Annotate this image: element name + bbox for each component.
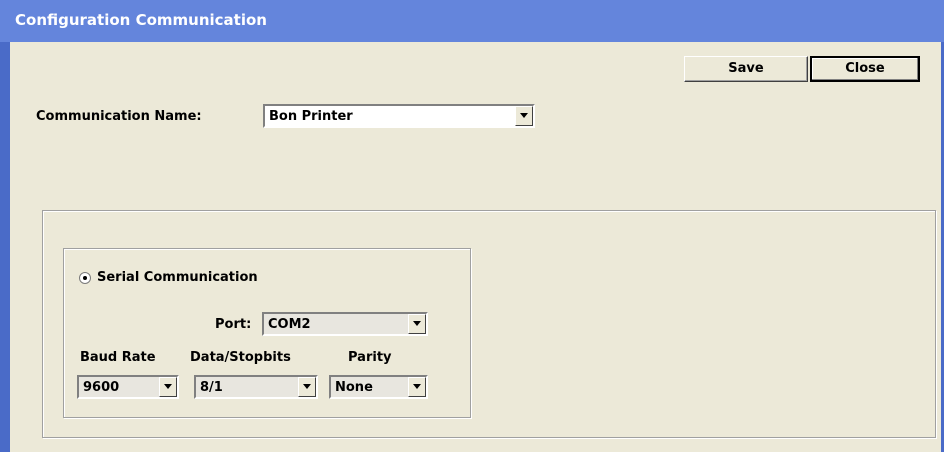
data-stopbits-select[interactable]: 8/1 [194, 375, 318, 399]
data-stopbits-label: Data/Stopbits [190, 350, 291, 365]
chevron-down-icon[interactable] [408, 377, 426, 397]
baud-rate-value: 9600 [83, 380, 120, 395]
communication-name-label: Communication Name: [36, 109, 202, 124]
parity-label: Parity [348, 350, 392, 365]
port-select[interactable]: COM2 [262, 312, 428, 336]
chevron-down-icon[interactable] [298, 377, 316, 397]
radio-selected-icon [83, 276, 87, 280]
chevron-down-icon[interactable] [515, 106, 533, 126]
communication-name-select[interactable]: Bon Printer [263, 104, 535, 128]
chevron-down-icon[interactable] [408, 314, 426, 334]
port-label: Port: [215, 317, 252, 332]
port-value: COM2 [268, 317, 311, 332]
title-bar: Configuration Communication [0, 0, 944, 42]
save-button[interactable]: Save [684, 56, 808, 82]
data-stopbits-value: 8/1 [200, 380, 223, 395]
window-title: Configuration Communication [15, 11, 267, 29]
chevron-down-icon[interactable] [159, 377, 177, 397]
baud-rate-select[interactable]: 9600 [77, 375, 179, 399]
serial-communication-label[interactable]: Serial Communication [97, 270, 258, 285]
communication-name-value: Bon Printer [269, 109, 353, 124]
baud-rate-label: Baud Rate [80, 350, 156, 365]
close-button[interactable]: Close [810, 56, 920, 82]
serial-communication-radio[interactable] [79, 272, 91, 284]
window-left-border [0, 42, 10, 452]
parity-value: None [335, 380, 373, 395]
parity-select[interactable]: None [329, 375, 428, 399]
